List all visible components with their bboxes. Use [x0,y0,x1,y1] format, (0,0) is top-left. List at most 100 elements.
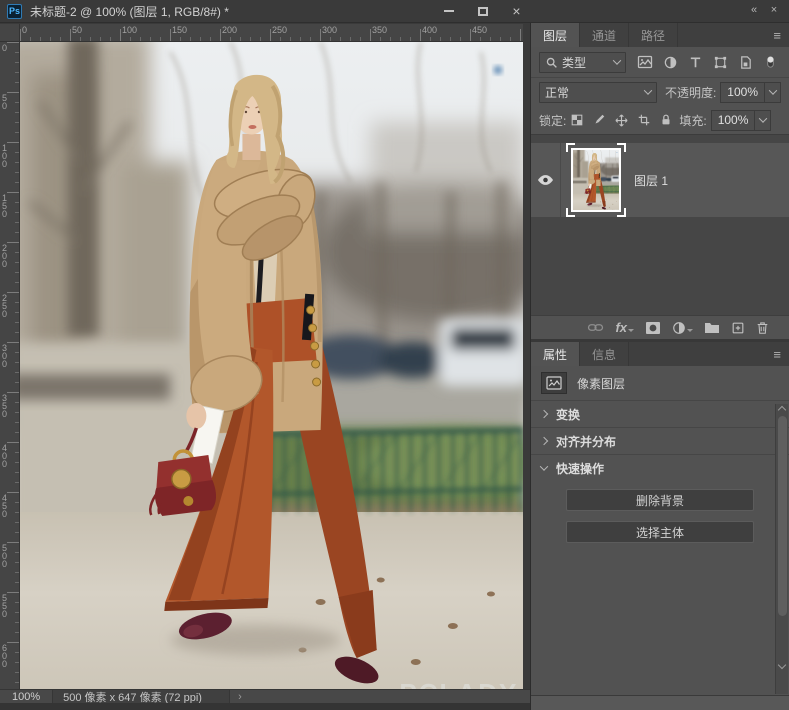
section-label: 对齐并分布 [556,433,616,450]
ruler-label: 500 [2,544,9,568]
remove-background-button[interactable]: 删除背景 [566,489,754,511]
layer-filter-row: 类型 [531,47,789,78]
titlebar: Ps 未标题-2 @ 100% (图层 1, RGB/8#) * × « × [0,0,789,23]
lock-pixels-icon[interactable] [592,113,606,127]
layer-style-button[interactable]: fx [615,320,634,335]
ruler-label: 250 [2,294,9,318]
delete-layer-button[interactable] [756,321,769,335]
ruler-label: 200 [2,244,9,268]
pixel-layer-filter-icon[interactable] [634,51,656,73]
panel-dock: 图层 通道 路径 ≡ 类型 正常 [530,23,789,710]
layer-group-button[interactable] [704,321,720,334]
lock-all-icon[interactable] [659,113,673,127]
new-layer-button[interactable] [731,321,745,335]
properties-panel-menu-button[interactable]: ≡ [773,342,781,366]
ruler-label: 250 [272,25,287,35]
ruler-corner[interactable] [0,24,20,42]
adjustment-layer-filter-icon[interactable] [659,51,681,73]
close-icon: × [771,4,777,16]
selection-corner [617,143,626,152]
zoom-level-field[interactable]: 100% [0,691,52,703]
ruler-label: 100 [2,144,9,168]
ruler-label: 600 [2,644,9,668]
photoshop-window: Ps 未标题-2 @ 100% (图层 1, RGB/8#) * × « × 0… [0,0,789,710]
document-canvas[interactable] [20,42,523,689]
blend-mode-row: 正常 不透明度: 100% [531,78,789,106]
tab-paths[interactable]: 路径 [629,23,678,47]
chevron-right-icon [540,437,548,445]
layer-row[interactable]: 图层 1 [531,143,789,217]
shape-layer-filter-icon[interactable] [709,51,731,73]
ruler-label: 350 [2,394,9,418]
lock-label: 锁定: [539,112,566,129]
ruler-top[interactable]: 050100150200250300350400450 [20,24,523,42]
layer-mask-button[interactable] [645,321,661,335]
tab-info[interactable]: 信息 [580,342,629,366]
layer-type-row: 像素图层 [531,366,789,400]
chevron-down-icon [644,86,652,94]
tab-layers[interactable]: 图层 [531,23,580,47]
filter-type-value: 类型 [562,54,614,71]
properties-scrollbar[interactable] [775,404,788,694]
close-window-button[interactable]: × [500,0,533,22]
link-layers-icon[interactable] [587,321,604,334]
scroll-up-icon[interactable] [778,406,786,414]
lock-position-icon[interactable] [614,113,629,128]
ruler-label: 550 [2,594,9,618]
select-subject-button[interactable]: 选择主体 [566,521,754,543]
maximize-button[interactable] [466,0,499,22]
ruler-label: 400 [422,25,437,35]
lock-artboard-icon[interactable] [637,113,651,127]
blend-mode-value: 正常 [545,84,645,101]
mini-arrow-icon [687,329,693,332]
maximize-icon [478,7,488,16]
layer-name[interactable]: 图层 1 [634,172,668,189]
tab-properties[interactable]: 属性 [531,342,580,366]
adjustment-layer-button[interactable] [672,321,693,335]
section-quick-actions[interactable]: 快速操作 [531,454,789,481]
layer-type-label: 像素图层 [577,375,625,392]
type-layer-filter-icon[interactable] [684,51,706,73]
section-align-distribute[interactable]: 对齐并分布 [531,427,789,454]
eye-icon [537,174,554,186]
layers-panel-menu-button[interactable]: ≡ [773,23,781,47]
ruler-left[interactable]: 050100150200250300350400450500550600 [0,42,20,689]
collapse-panels-button[interactable]: « [746,2,762,18]
layers-footer-bar: fx [531,315,789,339]
blend-mode-select[interactable]: 正常 [539,82,657,103]
opacity-value-field[interactable]: 100% [720,82,765,103]
fill-dropdown-button[interactable] [755,110,771,131]
pixel-layer-icon [541,372,567,394]
close-panel-group-button[interactable]: × [766,2,782,18]
scroll-down-icon[interactable] [778,661,786,669]
lock-row: 锁定: 填充: 100% [531,106,789,134]
tab-channels[interactable]: 通道 [580,23,629,47]
scrollbar-thumb[interactable] [778,416,787,616]
selection-corner [566,208,575,217]
smart-object-filter-icon[interactable] [734,51,756,73]
status-bar: 100% 500 像素 x 647 像素 (72 ppi) › [0,689,530,703]
selection-corner [617,208,626,217]
layers-tab-bar: 图层 通道 路径 ≡ [531,23,789,47]
ruler-label: 50 [72,25,82,35]
photo-image [20,42,523,689]
opacity-dropdown-button[interactable] [765,82,781,103]
minimize-button[interactable] [432,0,465,22]
document-size-info[interactable]: 500 像素 x 647 像素 (72 ppi) [52,690,230,703]
layer-filter-type-select[interactable]: 类型 [539,52,626,73]
chevron-down-icon [759,114,767,122]
dock-bottom-edge [531,695,789,710]
layer-list[interactable]: 图层 1 [531,134,789,315]
window-edge [0,703,530,710]
ruler-label: 450 [2,494,9,518]
ruler-label: 300 [322,25,337,35]
layer-filter-toggle[interactable] [759,51,781,73]
section-transform[interactable]: 变换 [531,400,789,427]
fill-value-field[interactable]: 100% [711,110,756,131]
lock-transparency-icon[interactable] [570,113,584,127]
status-expand-button[interactable]: › [230,691,250,703]
ruler-label: 450 [472,25,487,35]
fill-label: 填充: [679,112,706,129]
layer-thumbnail[interactable] [571,148,621,212]
layer-visibility-toggle[interactable] [531,143,561,217]
